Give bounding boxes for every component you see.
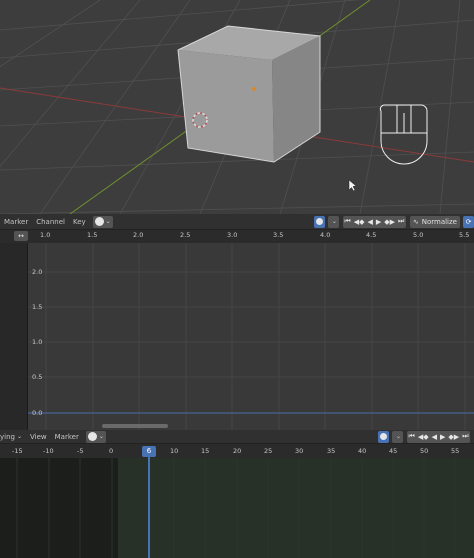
jump-start-icon[interactable]: ⏮ <box>343 217 352 226</box>
keying-dropdown[interactable]: ⌄ <box>392 430 404 443</box>
chevron-down-icon: ⌄ <box>98 433 104 440</box>
marker-menu[interactable]: Marker <box>51 433 83 441</box>
frame-tick: -15 <box>12 447 23 455</box>
reverse-play-icon[interactable]: ◀ <box>430 433 438 441</box>
marker-menu[interactable]: Marker <box>0 218 32 226</box>
playhead[interactable] <box>148 457 150 558</box>
normalize-label: Normalize <box>421 217 457 226</box>
value-tick: 2.0 <box>32 268 43 276</box>
frame-tick: -5 <box>77 447 84 455</box>
origin-dot <box>252 87 256 91</box>
playback-controls: ⏮ ◀◆ ◀ ▶ ◆▶ ⏭ <box>342 215 406 228</box>
value-tick: 0.5 <box>32 373 43 381</box>
normalize-toggle[interactable]: ∿ Normalize <box>409 215 460 228</box>
frame-tick: 35 <box>327 447 336 455</box>
chevron-down-icon: ⌄ <box>16 433 22 440</box>
frame-tick: 4.5 <box>366 231 377 239</box>
chevron-down-icon: ⌄ <box>396 433 402 440</box>
graph-editor-frame-ruler[interactable]: ↔ 1.0 1.5 2.0 2.5 3.0 3.5 4.0 4.5 5.0 5.… <box>0 230 474 243</box>
record-icon <box>315 218 323 225</box>
prev-keyframe-icon[interactable]: ◀◆ <box>416 433 430 441</box>
proportional-edit-icon <box>87 432 97 441</box>
value-tick: 0.0 <box>32 409 43 417</box>
proportional-edit-icon <box>94 217 104 226</box>
timeline-area[interactable] <box>0 458 474 558</box>
value-tick: 1.5 <box>32 303 43 311</box>
timeline-frame-ruler[interactable]: -15 -10 -5 0 10 15 20 25 30 35 40 45 50 … <box>0 444 474 458</box>
frame-tick: 40 <box>358 447 367 455</box>
horizontal-scrollbar[interactable] <box>102 424 168 428</box>
channel-region[interactable] <box>0 243 28 430</box>
frame-tick: 15 <box>201 447 210 455</box>
frame-tick: 2.0 <box>133 231 144 239</box>
frame-tick: -10 <box>43 447 54 455</box>
frame-tick: 45 <box>389 447 398 455</box>
chevron-down-icon: ⌄ <box>331 218 337 225</box>
current-frame-indicator[interactable]: 6 <box>142 446 156 457</box>
jump-end-icon[interactable]: ⏭ <box>461 432 470 441</box>
auto-keying-toggle[interactable] <box>378 430 389 443</box>
viewport-canvas <box>0 0 474 214</box>
jump-end-icon[interactable]: ⏭ <box>397 217 406 226</box>
proportional-edit-dropdown[interactable]: ⌄ <box>92 215 113 228</box>
cube <box>177 25 321 163</box>
keying-dropdown[interactable]: ⌄ <box>327 215 339 228</box>
value-tick: 1.0 <box>32 338 43 346</box>
frame-tick: 1.5 <box>87 231 98 239</box>
graph-grid <box>28 243 474 430</box>
playback-controls: ⏮ ◀◆ ◀ ▶ ◆▶ ⏭ <box>407 430 470 443</box>
next-keyframe-icon[interactable]: ◆▶ <box>447 433 461 441</box>
frame-tick: 50 <box>420 447 429 455</box>
jump-start-icon[interactable]: ⏮ <box>407 432 416 441</box>
frame-tick: 4.0 <box>320 231 331 239</box>
frame-tick: 3.5 <box>273 231 284 239</box>
key-menu[interactable]: Key <box>69 218 90 226</box>
channel-menu[interactable]: Channel <box>32 218 69 226</box>
frame-tick: 0 <box>109 447 114 455</box>
chevron-down-icon: ⌄ <box>105 218 111 225</box>
graph-editor-header: Marker Channel Key ⌄ ⌄ ⏮ ◀◆ ◀ ▶ ◆▶ ⏭ ∿ N… <box>0 214 474 230</box>
next-keyframe-icon[interactable]: ◆▶ <box>383 218 397 226</box>
frame-tick: 5.5 <box>459 231 470 239</box>
graph-area[interactable]: 2.0 1.5 1.0 0.5 0.0 <box>28 243 474 430</box>
play-icon[interactable]: ▶ <box>374 218 382 226</box>
view-menu[interactable]: View <box>26 433 51 441</box>
record-icon <box>380 433 387 440</box>
cursor-arrow-icon <box>348 179 357 192</box>
frame-tick: 10 <box>170 447 179 455</box>
swap-icon[interactable]: ↔ <box>14 231 28 241</box>
frame-tick: 3.0 <box>227 231 238 239</box>
frame-tick: 20 <box>233 447 242 455</box>
3d-viewport[interactable] <box>0 0 474 214</box>
proportional-edit-dropdown[interactable]: ⌄ <box>85 430 106 443</box>
prev-keyframe-icon[interactable]: ◀◆ <box>352 218 366 226</box>
frame-tick: 2.5 <box>180 231 191 239</box>
frame-tick: 30 <box>295 447 304 455</box>
timeline-header: ying ⌄ View Marker ⌄ ⌄ ⏮ ◀◆ ◀ ▶ ◆▶ ⏭ <box>0 430 474 444</box>
normalize-icon: ∿ <box>412 217 419 226</box>
frame-tick: 1.0 <box>40 231 51 239</box>
frame-tick: 25 <box>264 447 273 455</box>
frame-tick: 5.0 <box>413 231 424 239</box>
frame-tick: 55 <box>451 447 460 455</box>
play-icon[interactable]: ▶ <box>439 433 447 441</box>
auto-keying-toggle[interactable] <box>313 215 325 228</box>
reverse-play-icon[interactable]: ◀ <box>366 218 374 226</box>
timeline-grid <box>16 458 456 558</box>
sync-icon[interactable]: ⟳ <box>463 215 474 228</box>
